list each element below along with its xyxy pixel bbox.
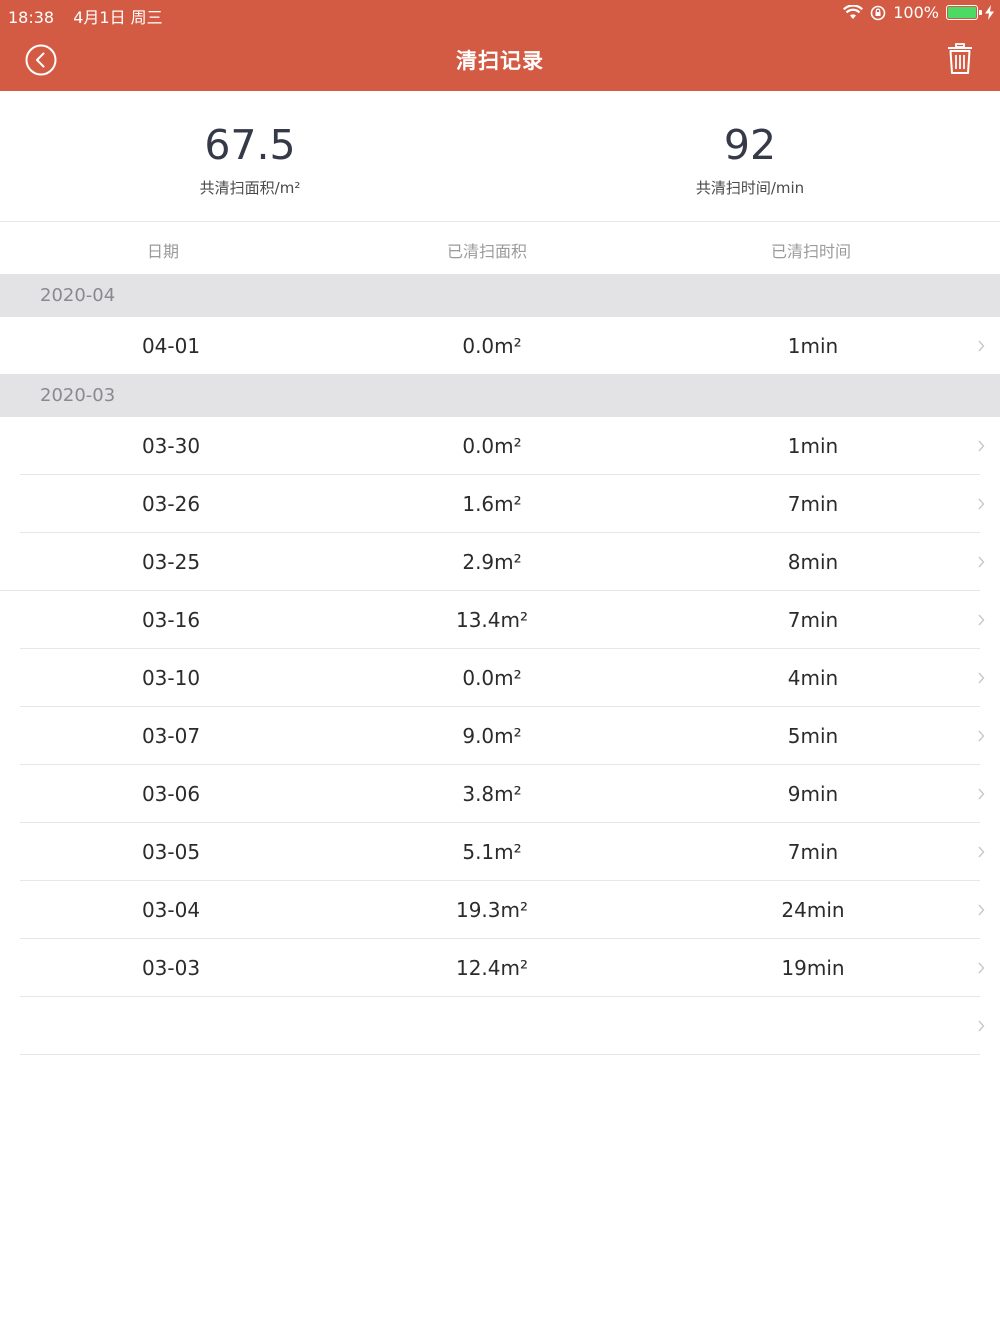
row-date: 03-04 [141, 898, 201, 922]
row-date: 03-26 [141, 492, 201, 516]
table-row[interactable]: 04-01 0.0m² 1min [0, 317, 1000, 374]
table-row[interactable]: 03-03 12.4m² 19min [0, 939, 1000, 997]
row-time: 8min [787, 550, 839, 574]
row-date: 03-25 [141, 550, 201, 574]
battery-icon [946, 5, 982, 20]
total-area-label: 共清扫面积/m² [199, 179, 301, 197]
column-header-time: 已清扫时间 [770, 242, 851, 261]
chevron-right-icon [978, 846, 985, 858]
row-time: 7min [787, 608, 839, 632]
row-area: 19.3m² [455, 898, 529, 922]
row-area: 5.1m² [462, 840, 522, 864]
chevron-right-icon [978, 498, 985, 510]
total-time-label: 共清扫时间/min [695, 179, 805, 197]
app-root: 18:38 4月1日 周三 100% 清扫记录 67.5 共清扫面积/m² 92… [0, 0, 1000, 1334]
row-time: 24min [781, 898, 845, 922]
row-time: 7min [787, 492, 839, 516]
row-date: 03-10 [141, 666, 201, 690]
row-area: 2.9m² [462, 550, 522, 574]
column-header-area: 已清扫面积 [446, 242, 527, 261]
table-row[interactable]: 03-07 9.0m² 5min [0, 707, 1000, 765]
row-date [71, 997, 271, 1055]
row-time: 7min [787, 840, 839, 864]
header: 18:38 4月1日 周三 100% 清扫记录 [0, 0, 1000, 91]
row-time: 1min [787, 434, 839, 458]
row-date: 03-30 [141, 434, 201, 458]
row-time: 5min [787, 724, 839, 748]
table-row[interactable]: 03-30 0.0m² 1min [0, 417, 1000, 475]
battery-percent: 100% [893, 3, 939, 22]
page-title: 清扫记录 [456, 49, 544, 73]
wifi-icon [843, 5, 864, 19]
table-row[interactable]: 03-04 19.3m² 24min [0, 881, 1000, 939]
chevron-right-icon [978, 614, 985, 626]
row-area: 9.0m² [462, 724, 522, 748]
column-headers: 日期 已清扫面积 已清扫时间 [0, 222, 1000, 274]
nav-bar: 清扫记录 [0, 28, 1000, 91]
group-header: 2020-03 [0, 374, 1000, 417]
chevron-right-icon [978, 672, 985, 684]
chevron-right-icon [978, 730, 985, 742]
row-area: 0.0m² [462, 666, 522, 690]
row-date: 03-03 [141, 956, 201, 980]
delete-button[interactable] [946, 42, 974, 76]
row-area: 13.4m² [455, 608, 529, 632]
row-area: 0.0m² [462, 434, 522, 458]
total-time-value: 92 [723, 121, 777, 169]
row-area: 12.4m² [455, 956, 529, 980]
summary-panel: 67.5 共清扫面积/m² 92 共清扫时间/min [0, 91, 1000, 222]
row-date: 03-07 [141, 724, 201, 748]
status-date: 4月1日 周三 [73, 8, 163, 27]
row-time: 9min [787, 782, 839, 806]
rotation-lock-icon [870, 5, 886, 20]
row-area: 3.8m² [462, 782, 522, 806]
table-row[interactable]: 03-25 2.9m² 8min [0, 533, 1000, 591]
row-date: 04-01 [141, 334, 201, 358]
status-bar: 18:38 4月1日 周三 100% [0, 0, 1000, 28]
row-time: 1min [787, 334, 839, 358]
chevron-right-icon [978, 904, 985, 916]
chevron-right-icon [978, 962, 985, 974]
table-row[interactable]: 03-16 13.4m² 7min [0, 591, 1000, 649]
table-row[interactable]: 03-06 3.8m² 9min [0, 765, 1000, 823]
chevron-right-icon [978, 788, 985, 800]
table-row[interactable]: 03-10 0.0m² 4min [0, 649, 1000, 707]
chevron-right-icon [978, 340, 985, 352]
row-date: 03-16 [141, 608, 201, 632]
chevron-right-icon [978, 1020, 985, 1032]
total-area-value: 67.5 [204, 121, 296, 169]
table-row[interactable]: 03-05 5.1m² 7min [0, 823, 1000, 881]
row-date: 03-05 [141, 840, 201, 864]
row-date: 03-06 [141, 782, 201, 806]
row-time: 19min [781, 956, 845, 980]
records-table: 2020-04 04-01 0.0m² 1min 2020-03 03-30 0… [0, 274, 1000, 1055]
row-area: 0.0m² [462, 334, 522, 358]
total-time-stat: 92 共清扫时间/min [500, 91, 1000, 198]
charging-icon [985, 5, 994, 20]
row-time: 4min [787, 666, 839, 690]
row-time [713, 997, 913, 1055]
trash-icon [948, 43, 972, 74]
row-area [392, 997, 592, 1055]
chevron-right-icon [978, 440, 985, 452]
table-row[interactable] [0, 997, 1000, 1055]
total-area-stat: 67.5 共清扫面积/m² [0, 91, 500, 198]
row-area: 1.6m² [462, 492, 522, 516]
group-header: 2020-04 [0, 274, 1000, 317]
chevron-right-icon [978, 556, 985, 568]
table-row[interactable]: 03-26 1.6m² 7min [0, 475, 1000, 533]
column-header-date: 日期 [146, 242, 179, 261]
status-time: 18:38 [8, 8, 55, 27]
